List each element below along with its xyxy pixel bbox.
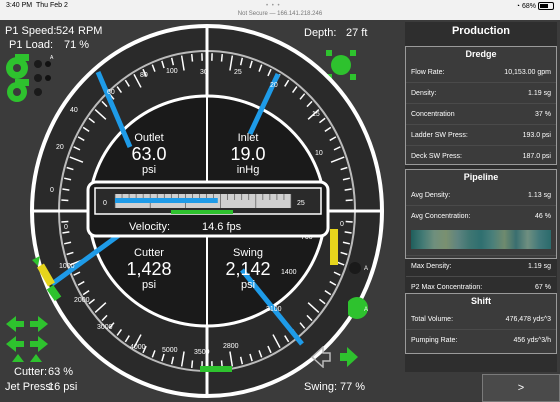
velocity-min: 0 [103, 200, 107, 207]
cutter-percent-value: 63 % [48, 366, 73, 378]
status-bar: 3:40 PM Thu Feb 2 • • • Not Secure — 166… [0, 0, 560, 20]
velocity-max: 25 [297, 200, 305, 207]
shift-row-total-volume: Total Volume:476,478 yds^3 [406, 309, 556, 329]
inlet-scale-6: 30 [200, 69, 208, 76]
pipeline-row-avg-density: Avg Density:1.13 sg [406, 185, 556, 205]
swing-warning-band [330, 229, 338, 265]
swing-percent-value: 77 % [340, 381, 365, 393]
cutter-direction-arrows-icon[interactable] [4, 316, 50, 366]
swing-value: 2,142 [225, 259, 270, 279]
dial-tick [62, 232, 69, 233]
swing-scale-3: 2100 [266, 306, 282, 313]
cutter-scale-2: 2000 [74, 297, 90, 304]
outlet-scale-3: 60 [107, 89, 115, 96]
dial-tick [346, 200, 353, 201]
pipeline-title: Pipeline [406, 172, 556, 182]
inlet-label: Inlet [238, 132, 259, 144]
indicator-a-mid: A [364, 266, 368, 272]
outlet-scale-5: 100 [166, 68, 178, 75]
battery-percent: 68% [522, 3, 536, 10]
dial-tick [345, 232, 352, 233]
shift-row-pumping-rate: Pumping Rate:456 yds^3/h [406, 329, 556, 350]
status-time: 3:40 PM [6, 2, 32, 9]
wifi-icon: ◔ [516, 3, 520, 10]
swing-scale-5: 3500 [194, 349, 210, 356]
production-title: Production [405, 25, 557, 37]
dial-tick [61, 221, 68, 222]
dial-tick [192, 360, 193, 368]
inlet-unit: inHg [237, 164, 260, 176]
cutter-value: 1,428 [126, 259, 171, 279]
outlet-unit: psi [142, 164, 156, 176]
swing-direction-arrows-icon[interactable] [310, 346, 360, 368]
inlet-scale-4: 20 [270, 82, 278, 89]
inlet-scale-3: 15 [312, 111, 320, 118]
inlet-value: 19.0 [230, 144, 265, 164]
swing-scale-4: 2800 [223, 343, 239, 350]
multitask-dots-icon[interactable]: • • • [266, 3, 281, 9]
dial-tick [62, 189, 69, 190]
jet-press-value: 16 psi [48, 381, 77, 393]
swing-unit: psi [241, 279, 255, 291]
cutter-scale-4: 4000 [130, 344, 146, 351]
swing-percent-label: Swing: [304, 381, 337, 393]
inlet-scale-2: 10 [315, 150, 323, 157]
pipeline-card: Pipeline Avg Density:1.13 sg Avg Concent… [405, 169, 557, 259]
outlet-scale-4: 80 [140, 72, 148, 79]
outlet-label: Outlet [134, 132, 163, 144]
cutter-scale-0: 0 [64, 224, 68, 231]
swing-indicator-icon[interactable] [348, 260, 374, 330]
outlet-scale-1: 20 [56, 144, 64, 151]
address-bar[interactable]: Not Secure — 166.141.218.246 [0, 11, 560, 17]
pipeline-row-max-density: Max Density:1.19 sg [406, 255, 556, 276]
indicator-a-low: A [364, 307, 368, 313]
cutter-label: Cutter [134, 247, 164, 259]
swing-label: Swing [233, 247, 263, 259]
outlet-scale-0: 0 [50, 187, 54, 194]
dredge-row-deck-sw-press: Deck SW Press:187.0 psi [406, 145, 556, 166]
dial-tick [61, 200, 68, 201]
dial-tick [345, 189, 352, 190]
inlet-scale-5: 25 [234, 69, 242, 76]
dredge-row-density: Density:1.19 sg [406, 82, 556, 103]
dial-tick [346, 221, 353, 222]
dredge-row-ladder-sw-press: Ladder SW Press:193.0 psi [406, 124, 556, 145]
dredge-title: Dredge [406, 49, 556, 59]
dredge-row-flow-rate: Flow Rate:10,153.00 gpm [406, 62, 556, 82]
status-date: Thu Feb 2 [36, 2, 68, 9]
swing-scale-2: 1400 [281, 269, 297, 276]
gauge-cluster: 0 20 40 60 80 100 0 5 10 15 20 25 30 0 1… [30, 24, 385, 398]
velocity-target-band [171, 210, 233, 214]
velocity-label: Velocity: [129, 221, 170, 233]
cutter-scale-5: 5000 [162, 347, 178, 354]
swing-scale-0: 0 [340, 221, 344, 228]
velocity-bar [115, 198, 218, 203]
battery-icon [538, 2, 554, 10]
cutter-unit: psi [142, 279, 156, 291]
swing-ok-band [200, 366, 232, 372]
outlet-scale-2: 40 [70, 107, 78, 114]
pipeline-density-profile [411, 230, 551, 249]
pipeline-row-avg-concentration: Avg Concentration:46 % [406, 205, 556, 226]
outlet-value: 63.0 [131, 144, 166, 164]
dredge-card: Dredge Flow Rate:10,153.00 gpm Density:1… [405, 46, 557, 165]
dial-tick [192, 54, 193, 62]
dredge-row-concentration: Concentration37 % [406, 103, 556, 124]
cutter-scale-1: 1000 [59, 263, 75, 270]
jet-press-label: Jet Press: [5, 381, 54, 393]
dial-tick [222, 54, 223, 62]
shift-card: Shift Total Volume:476,478 yds^3 Pumping… [405, 293, 557, 354]
velocity-value: 14.6 fps [202, 221, 242, 233]
next-page-button[interactable]: > [482, 374, 560, 402]
cutter-scale-3: 3000 [97, 324, 113, 331]
cutter-percent-label: Cutter: [14, 366, 47, 378]
shift-title: Shift [406, 296, 556, 306]
